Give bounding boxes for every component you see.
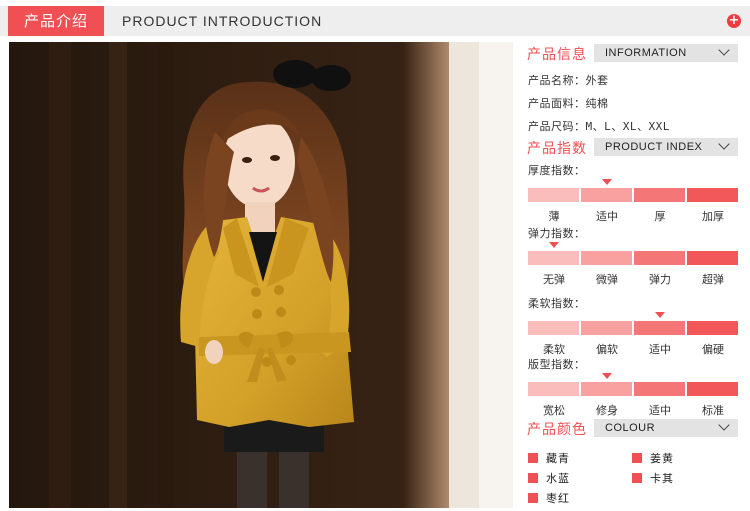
index-label: 厚度指数： — [528, 164, 586, 177]
colour-name: 藏青 — [546, 452, 570, 465]
chevron-down-icon — [718, 138, 730, 150]
product-photo — [9, 42, 513, 508]
index-scale-segment — [581, 321, 632, 335]
info-title-en: INFORMATION — [605, 47, 687, 59]
index-dropdown[interactable]: PRODUCT INDEX — [594, 138, 738, 156]
index-scale-segment — [581, 188, 632, 202]
index-section-header: 产品指数 PRODUCT INDEX — [522, 136, 740, 158]
colour-swatch-icon — [528, 473, 538, 483]
info-label: 产品尺码： — [528, 120, 586, 133]
index-option-label: 适中 — [649, 343, 671, 356]
index-scale-segment — [687, 382, 738, 396]
index-option-label: 无弹 — [543, 273, 565, 286]
index-scale-segment — [634, 321, 685, 335]
colour-swatch-icon — [528, 493, 538, 503]
index-label: 版型指数： — [528, 358, 586, 371]
index-option-labels: 柔软 偏软 适中 偏硬 — [528, 341, 738, 356]
info-label: 产品面料： — [528, 97, 586, 110]
info-value: 外套 — [585, 74, 609, 87]
index-option-label: 薄 — [548, 210, 560, 223]
index-marker-arrow-icon — [602, 373, 612, 379]
index-option-labels: 无弹 微弹 弹力 超弹 — [528, 271, 738, 286]
info-value: M、L、XL、XXL — [585, 120, 670, 133]
info-line-name: 产品名称：外套 — [528, 72, 609, 88]
info-label: 产品名称： — [528, 74, 586, 87]
info-line-size: 产品尺码：M、L、XL、XXL — [528, 118, 670, 134]
colour-option[interactable]: 藏青 — [528, 450, 570, 466]
index-option-label: 修身 — [596, 404, 618, 417]
index-option-label: 弹力 — [649, 273, 671, 286]
index-scale-segment — [634, 382, 685, 396]
index-scale-segment — [528, 382, 579, 396]
colour-swatch-icon — [528, 453, 538, 463]
index-option-label: 微弹 — [596, 273, 618, 286]
info-line-fabric: 产品面料：纯棉 — [528, 95, 609, 111]
index-option-label: 厚 — [654, 210, 666, 223]
section-title-cn: 产品介绍 — [8, 6, 104, 36]
plus-circle-icon[interactable]: + — [727, 14, 741, 28]
section-header: 产品介绍 PRODUCT INTRODUCTION + — [0, 6, 750, 36]
colour-name: 水蓝 — [546, 472, 570, 485]
colour-name: 枣红 — [546, 492, 570, 505]
index-option-label: 超弹 — [702, 273, 724, 286]
colour-option[interactable]: 水蓝 — [528, 470, 570, 486]
index-option-label: 适中 — [596, 210, 618, 223]
index-label: 柔软指数： — [528, 297, 586, 310]
colour-option[interactable]: 卡其 — [632, 470, 674, 486]
colour-name: 姜黄 — [650, 452, 674, 465]
index-scale-segment — [634, 188, 685, 202]
index-scale-segment — [687, 188, 738, 202]
colour-option[interactable]: 姜黄 — [632, 450, 674, 466]
colour-dropdown[interactable]: COLOUR — [594, 419, 738, 437]
index-option-label: 柔软 — [543, 343, 565, 356]
info-dropdown[interactable]: INFORMATION — [594, 44, 738, 62]
colour-swatch-icon — [632, 473, 642, 483]
index-title-cn: 产品指数 — [527, 141, 587, 157]
colour-swatch-icon — [632, 453, 642, 463]
index-option-label: 宽松 — [543, 404, 565, 417]
info-section-header: 产品信息 INFORMATION — [522, 42, 740, 64]
index-scale-segment — [634, 251, 685, 265]
index-option-label: 偏硬 — [702, 343, 724, 356]
colour-title-cn: 产品颜色 — [527, 422, 587, 438]
colour-option[interactable]: 枣红 — [528, 490, 570, 506]
colour-title-en: COLOUR — [605, 422, 656, 434]
index-scale-bar — [528, 373, 738, 396]
index-scale-bar — [528, 312, 738, 335]
index-label: 弹力指数： — [528, 227, 586, 240]
index-scale-segment — [581, 251, 632, 265]
index-scale-segment — [687, 251, 738, 265]
index-scale-segment — [528, 188, 579, 202]
index-scale-bar — [528, 179, 738, 202]
product-details-panel: 产品信息 INFORMATION 产品名称：外套 产品面料：纯棉 产品尺码：M、… — [522, 40, 744, 510]
index-marker-arrow-icon — [602, 179, 612, 185]
index-option-label: 偏软 — [596, 343, 618, 356]
section-title-en: PRODUCT INTRODUCTION — [122, 13, 323, 29]
index-option-label: 适中 — [649, 404, 671, 417]
chevron-down-icon — [718, 44, 730, 56]
index-scale-segment — [687, 321, 738, 335]
index-option-labels: 宽松 修身 适中 标准 — [528, 402, 738, 417]
index-option-label: 标准 — [702, 404, 724, 417]
index-marker-arrow-icon — [655, 312, 665, 318]
index-option-label: 加厚 — [702, 210, 724, 223]
chevron-down-icon — [718, 419, 730, 431]
index-scale-segment — [528, 321, 579, 335]
index-scale-segment — [581, 382, 632, 396]
colour-name: 卡其 — [650, 472, 674, 485]
model-illustration — [9, 42, 513, 508]
info-title-cn: 产品信息 — [527, 47, 587, 63]
info-value: 纯棉 — [585, 97, 609, 110]
index-option-labels: 薄 适中 厚 加厚 — [528, 208, 738, 223]
index-scale-bar — [528, 242, 738, 265]
index-title-en: PRODUCT INDEX — [605, 141, 703, 153]
index-marker-arrow-icon — [549, 242, 559, 248]
index-scale-segment — [528, 251, 579, 265]
colour-section-header: 产品颜色 COLOUR — [522, 417, 740, 439]
